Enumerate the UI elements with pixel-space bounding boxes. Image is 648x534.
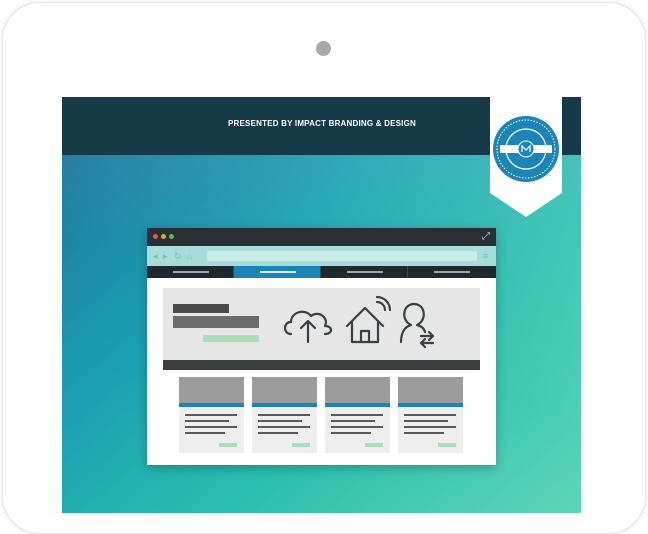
url-field [207, 251, 477, 261]
browser-mockup: ⤢ ◂ ▸ ↻ ⌂ ≡ [147, 228, 496, 465]
browser-urlbar: ◂ ▸ ↻ ⌂ ≡ [147, 246, 496, 266]
slide-screen: PRESENTED BY IMPACT BRANDING & DESIGN ⤢ … [62, 97, 581, 513]
refresh-icon: ↻ [174, 251, 182, 261]
maximize-dot [169, 234, 174, 239]
site-nav-tab [321, 266, 408, 278]
presented-by-text: PRESENTED BY IMPACT BRANDING & DESIGN [227, 119, 416, 128]
content-card [398, 377, 463, 453]
content-card [325, 377, 390, 453]
minimize-dot [161, 234, 166, 239]
menu-icon: ≡ [483, 251, 489, 261]
expand-icon: ⤢ [482, 231, 490, 242]
cloud-upload-icon [283, 310, 333, 344]
hero-cta-placeholder [203, 335, 259, 342]
home-icon: ⌂ [187, 251, 193, 261]
camera-icon [316, 41, 331, 56]
site-nav-tab [147, 266, 234, 278]
back-icon: ◂ [153, 251, 158, 261]
impact-badge-icon [493, 116, 559, 182]
content-card [252, 377, 317, 453]
browser-titlebar: ⤢ [147, 228, 496, 246]
content-card [179, 377, 244, 453]
hero-subheading-placeholder [173, 316, 259, 328]
forward-icon: ▸ [163, 251, 168, 261]
close-dot [153, 234, 158, 239]
badge-ribbon [490, 97, 562, 219]
smart-home-icon [345, 295, 392, 344]
hero-heading-placeholder [173, 304, 229, 313]
section-divider [163, 360, 480, 370]
site-nav-tab-active [234, 266, 321, 278]
hero-section [163, 288, 480, 360]
site-nav-tab [408, 266, 495, 278]
user-switch-icon [399, 302, 435, 349]
site-nav [147, 266, 496, 278]
